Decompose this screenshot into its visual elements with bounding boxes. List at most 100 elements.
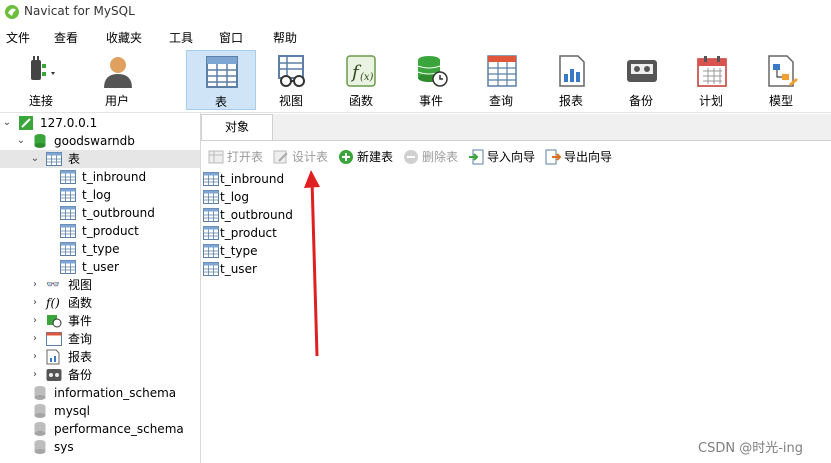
object-name: t_product [220,226,277,240]
chevron-right-icon[interactable]: › [30,312,40,330]
menu-window[interactable]: 窗口 [219,29,243,46]
chevron-right-icon[interactable]: › [30,348,40,366]
database-icon [34,440,46,454]
event-icon [417,56,448,87]
function-button[interactable]: f (x) 函数 [330,50,392,110]
object-name: t_outbround [220,208,293,222]
design-table-icon [273,150,288,164]
tab-objects[interactable]: 对象 [201,114,273,140]
object-list [201,168,831,463]
export-wizard-label: 导出向导 [564,150,613,164]
event-icon [47,315,62,328]
open-table-icon [208,150,224,164]
glasses-icon: 👓 [46,278,60,291]
table-icon [60,260,76,274]
schedule-button[interactable]: 计划 [680,50,742,110]
model-button[interactable]: 模型 [750,50,812,110]
chevron-down-icon[interactable]: ⌄ [30,150,40,168]
table-icon [60,206,76,220]
model-icon [768,55,798,87]
function-label: 函数 [348,94,373,108]
menu-favorites[interactable]: 收藏夹 [106,29,142,46]
connection-button[interactable]: 连接 [10,50,72,110]
table-button[interactable]: 表 [186,50,256,110]
object-name: t_log [220,190,249,204]
query-button[interactable]: 查询 [470,50,532,110]
new-table-label: 新建表 [357,150,394,164]
report-label: 报表 [558,94,583,108]
chevron-down-icon[interactable]: ⌄ [2,114,12,132]
add-icon [339,150,353,164]
database-name: mysql [54,404,90,418]
views-label: 视图 [68,278,93,292]
chevron-right-icon[interactable]: › [30,294,40,312]
table-icon [46,152,62,166]
menu-view[interactable]: 查看 [54,29,78,46]
watermark: CSDN @时光-ing [698,441,803,456]
tree-connection[interactable]: ⌄ 127.0.0.1 [0,114,200,132]
connection-name: 127.0.0.1 [40,116,98,130]
tree-tables-node[interactable]: ⌄ 表 [0,150,200,168]
view-icon [278,55,305,87]
functions-label: 函数 [68,296,93,310]
report-button[interactable]: 报表 [540,50,602,110]
new-table-button[interactable]: 新建表 [338,148,400,166]
user-button[interactable]: 用户 [86,50,148,110]
query-icon [46,332,62,346]
tree-database[interactable]: ⌄ goodswarndb [0,132,200,150]
window-title: Navicat for MySQL [24,4,135,18]
query-icon [487,55,517,87]
object-name: t_inbround [220,172,285,186]
events-label: 事件 [68,314,93,328]
table-name: t_outbround [82,206,155,220]
chevron-right-icon[interactable]: › [30,366,40,384]
table-label: 表 [214,95,227,109]
function-icon: f() [46,296,60,310]
chevron-right-icon[interactable]: › [30,330,40,348]
table-icon [206,56,238,88]
delete-table-label: 删除表 [422,150,459,164]
object-name: t_user [220,262,257,276]
open-table-button[interactable]: 打开表 [208,148,270,166]
menu-help[interactable]: 帮助 [273,29,297,46]
connection-label: 连接 [28,94,53,108]
import-wizard-button[interactable]: 导入向导 [468,148,540,166]
design-table-button[interactable]: 设计表 [273,148,335,166]
table-icon [60,224,76,238]
table-icon [60,188,76,202]
event-button[interactable]: 事件 [400,50,462,110]
schedule-label: 计划 [698,94,723,108]
query-label: 查询 [488,94,513,108]
connection-icon [19,116,33,130]
backup-icon [627,60,657,82]
menu-tools[interactable]: 工具 [169,29,193,46]
chevron-down-icon[interactable]: ⌄ [16,132,26,150]
calendar-icon [697,56,727,87]
chevron-right-icon[interactable]: › [30,276,40,294]
delete-icon [404,150,418,164]
database-icon [34,134,46,148]
backup-button[interactable]: 备份 [610,50,672,110]
table-icon [203,208,219,222]
tables-node-label: 表 [68,152,81,166]
annotation-arrow [304,170,320,357]
database-icon [34,386,46,400]
report-icon [559,55,585,87]
user-label: 用户 [104,94,129,108]
delete-table-button[interactable]: 删除表 [403,148,465,166]
backups-label: 备份 [68,368,93,382]
event-label: 事件 [418,94,443,108]
model-label: 模型 [768,94,793,108]
svg-text:(x): (x) [360,72,374,83]
database-name: goodswarndb [54,134,135,148]
database-icon [34,404,46,418]
table-icon [203,244,219,258]
view-button[interactable]: 视图 [260,50,322,110]
export-wizard-button[interactable]: 导出向导 [545,148,617,166]
table-name: t_inbround [82,170,147,184]
table-name: t_user [82,260,119,274]
table-icon [203,226,219,240]
backup-icon [46,369,62,381]
menu-file[interactable]: 文件 [6,29,30,46]
plug-icon [31,56,55,80]
